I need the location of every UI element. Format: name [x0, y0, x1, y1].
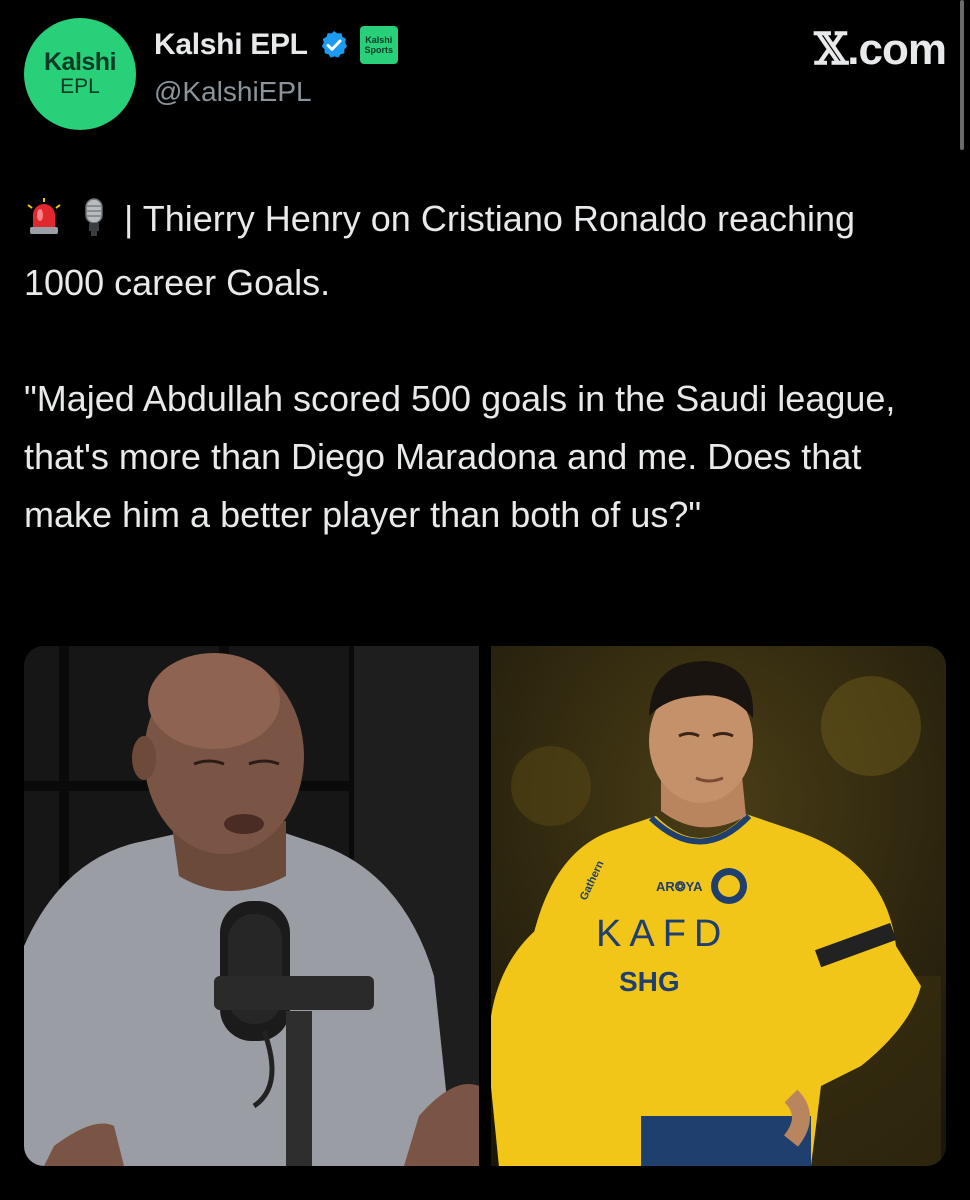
affiliate-badge-line2: Sports [364, 45, 393, 55]
handle[interactable]: @KalshiEPL [154, 76, 312, 108]
media-grid[interactable]: AR❂YA KAFD SHG Gathern [24, 646, 946, 1166]
x-com-watermark: 𝕏.com [814, 24, 947, 75]
avatar[interactable]: Kalshi EPL [24, 18, 136, 130]
affiliate-badge[interactable]: Kalshi Sports [359, 26, 398, 64]
microphone-icon [74, 196, 114, 254]
jersey-sponsor2: SHG [619, 966, 680, 997]
ronaldo-illustration: AR❂YA KAFD SHG Gathern [491, 646, 946, 1166]
name-row: Kalshi EPL Kalshi Sports [154, 26, 398, 64]
brand-domain: .com [847, 25, 947, 74]
tweet-headline: | Thierry Henry on Cristiano Ronaldo rea… [24, 190, 944, 312]
tweet-line1: | Thierry Henry on Cristiano Ronaldo rea… [24, 198, 856, 303]
photo-thierry-henry[interactable] [24, 646, 479, 1166]
henry-podcast-illustration [24, 646, 479, 1166]
scrollbar[interactable] [960, 0, 964, 150]
verified-badge-icon [318, 29, 350, 61]
display-name[interactable]: Kalshi EPL [154, 28, 308, 62]
jersey-brand: AR❂YA [656, 879, 703, 894]
avatar-text-kalshi: Kalshi [43, 48, 117, 76]
x-logo-icon: 𝕏 [814, 24, 848, 75]
jersey-sponsor: KAFD [596, 913, 729, 955]
tweet-header: Kalshi EPL Kalshi EPL Kalshi Sports @Kal… [24, 16, 947, 130]
tweet-text: | Thierry Henry on Cristiano Ronaldo rea… [24, 190, 944, 544]
photo-cristiano-ronaldo[interactable]: AR❂YA KAFD SHG Gathern [491, 646, 946, 1166]
rotating-light-icon [24, 196, 64, 254]
avatar-text-epl: EPL [60, 75, 100, 98]
affiliate-badge-line1: Kalshi [365, 35, 393, 45]
tweet-quote: "Majed Abdullah scored 500 goals in the … [24, 378, 896, 535]
